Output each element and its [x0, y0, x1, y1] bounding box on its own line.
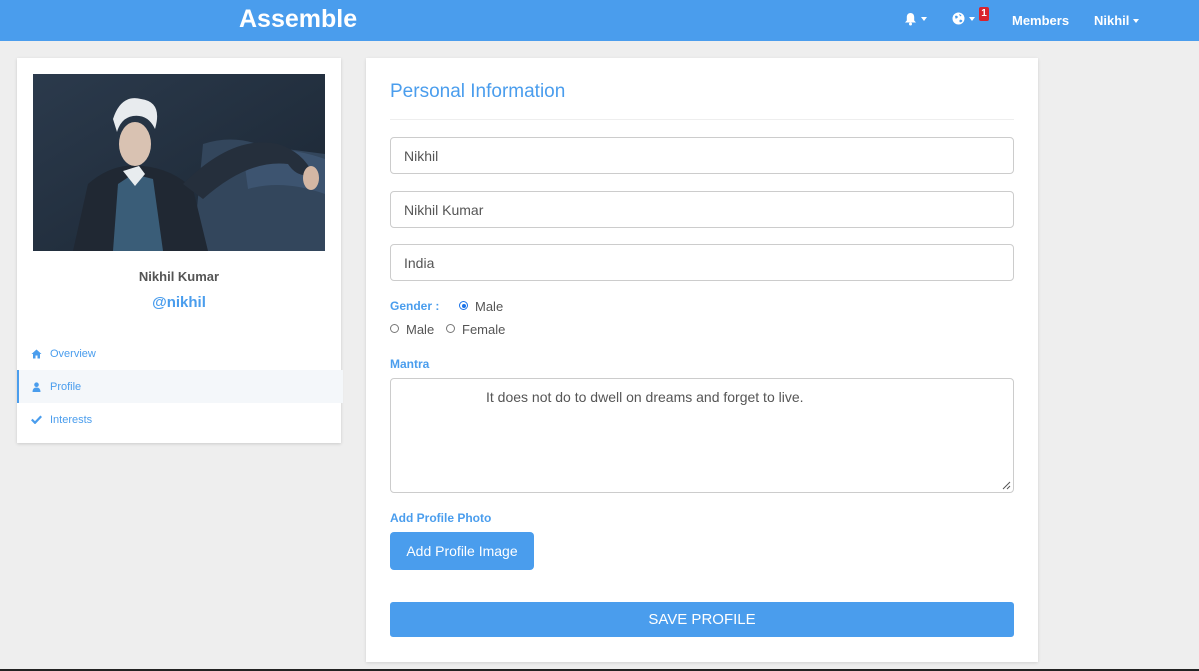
gender-radio-female[interactable]: [446, 324, 455, 333]
sidebar-item-label: Interests: [50, 413, 93, 426]
globe-dropdown[interactable]: [952, 12, 975, 25]
sidebar-item-label: Profile: [50, 380, 82, 393]
top-navbar: Assemble 1 Members Nikhil: [0, 0, 1199, 41]
check-icon: [30, 415, 42, 424]
home-icon: [30, 349, 42, 359]
first-name-input[interactable]: [390, 137, 1014, 174]
user-icon: [30, 381, 42, 392]
members-link[interactable]: Members: [1012, 13, 1069, 28]
profile-sidebar-card: Nikhil Kumar @nikhil Overview Profile In…: [17, 58, 343, 443]
caret-down-icon: [969, 16, 975, 21]
full-name-input[interactable]: [390, 191, 1014, 228]
resize-grip-icon[interactable]: [1002, 481, 1011, 490]
gender-option-male-label: Male: [406, 322, 435, 337]
caret-down-icon: [921, 17, 927, 21]
gender-selected-label: Male: [475, 299, 504, 314]
mantra-textarea[interactable]: It does not do to dwell on dreams and fo…: [390, 378, 1014, 493]
sidebar-item-overview[interactable]: Overview: [17, 337, 341, 370]
save-profile-button[interactable]: SAVE PROFILE: [390, 602, 1014, 637]
add-profile-image-button[interactable]: Add Profile Image: [390, 532, 534, 570]
personal-info-card: Personal Information Gender : Male Male …: [366, 58, 1038, 662]
gender-label: Gender :: [390, 299, 440, 313]
sidebar-item-profile[interactable]: Profile: [17, 370, 343, 403]
sidebar-item-label: Overview: [50, 347, 96, 360]
bell-icon: [905, 13, 916, 26]
notification-badge: 1: [979, 7, 989, 21]
profile-handle: @nikhil: [152, 294, 206, 311]
profile-name: Nikhil Kumar: [138, 269, 220, 284]
gender-radio-male[interactable]: [390, 324, 399, 333]
mantra-label: Mantra: [390, 357, 430, 371]
profile-photo: [33, 74, 325, 251]
mantra-text: It does not do to dwell on dreams and fo…: [486, 389, 804, 405]
title-divider: [390, 119, 1014, 120]
profile-photo-label: Add Profile Photo: [390, 511, 492, 525]
notifications-dropdown[interactable]: [904, 12, 927, 26]
caret-down-icon: [1133, 18, 1140, 23]
gender-option-female-label: Female: [462, 322, 506, 337]
gender-radio-male-selected[interactable]: [459, 301, 468, 310]
country-input[interactable]: [390, 244, 1014, 281]
user-menu[interactable]: Nikhil: [1094, 13, 1140, 28]
brand-logo[interactable]: Assemble: [239, 5, 357, 34]
section-title: Personal Information: [390, 81, 566, 102]
sidebar-item-interests[interactable]: Interests: [17, 403, 341, 436]
globe-icon: [952, 12, 965, 25]
user-menu-label: Nikhil: [1094, 13, 1130, 28]
